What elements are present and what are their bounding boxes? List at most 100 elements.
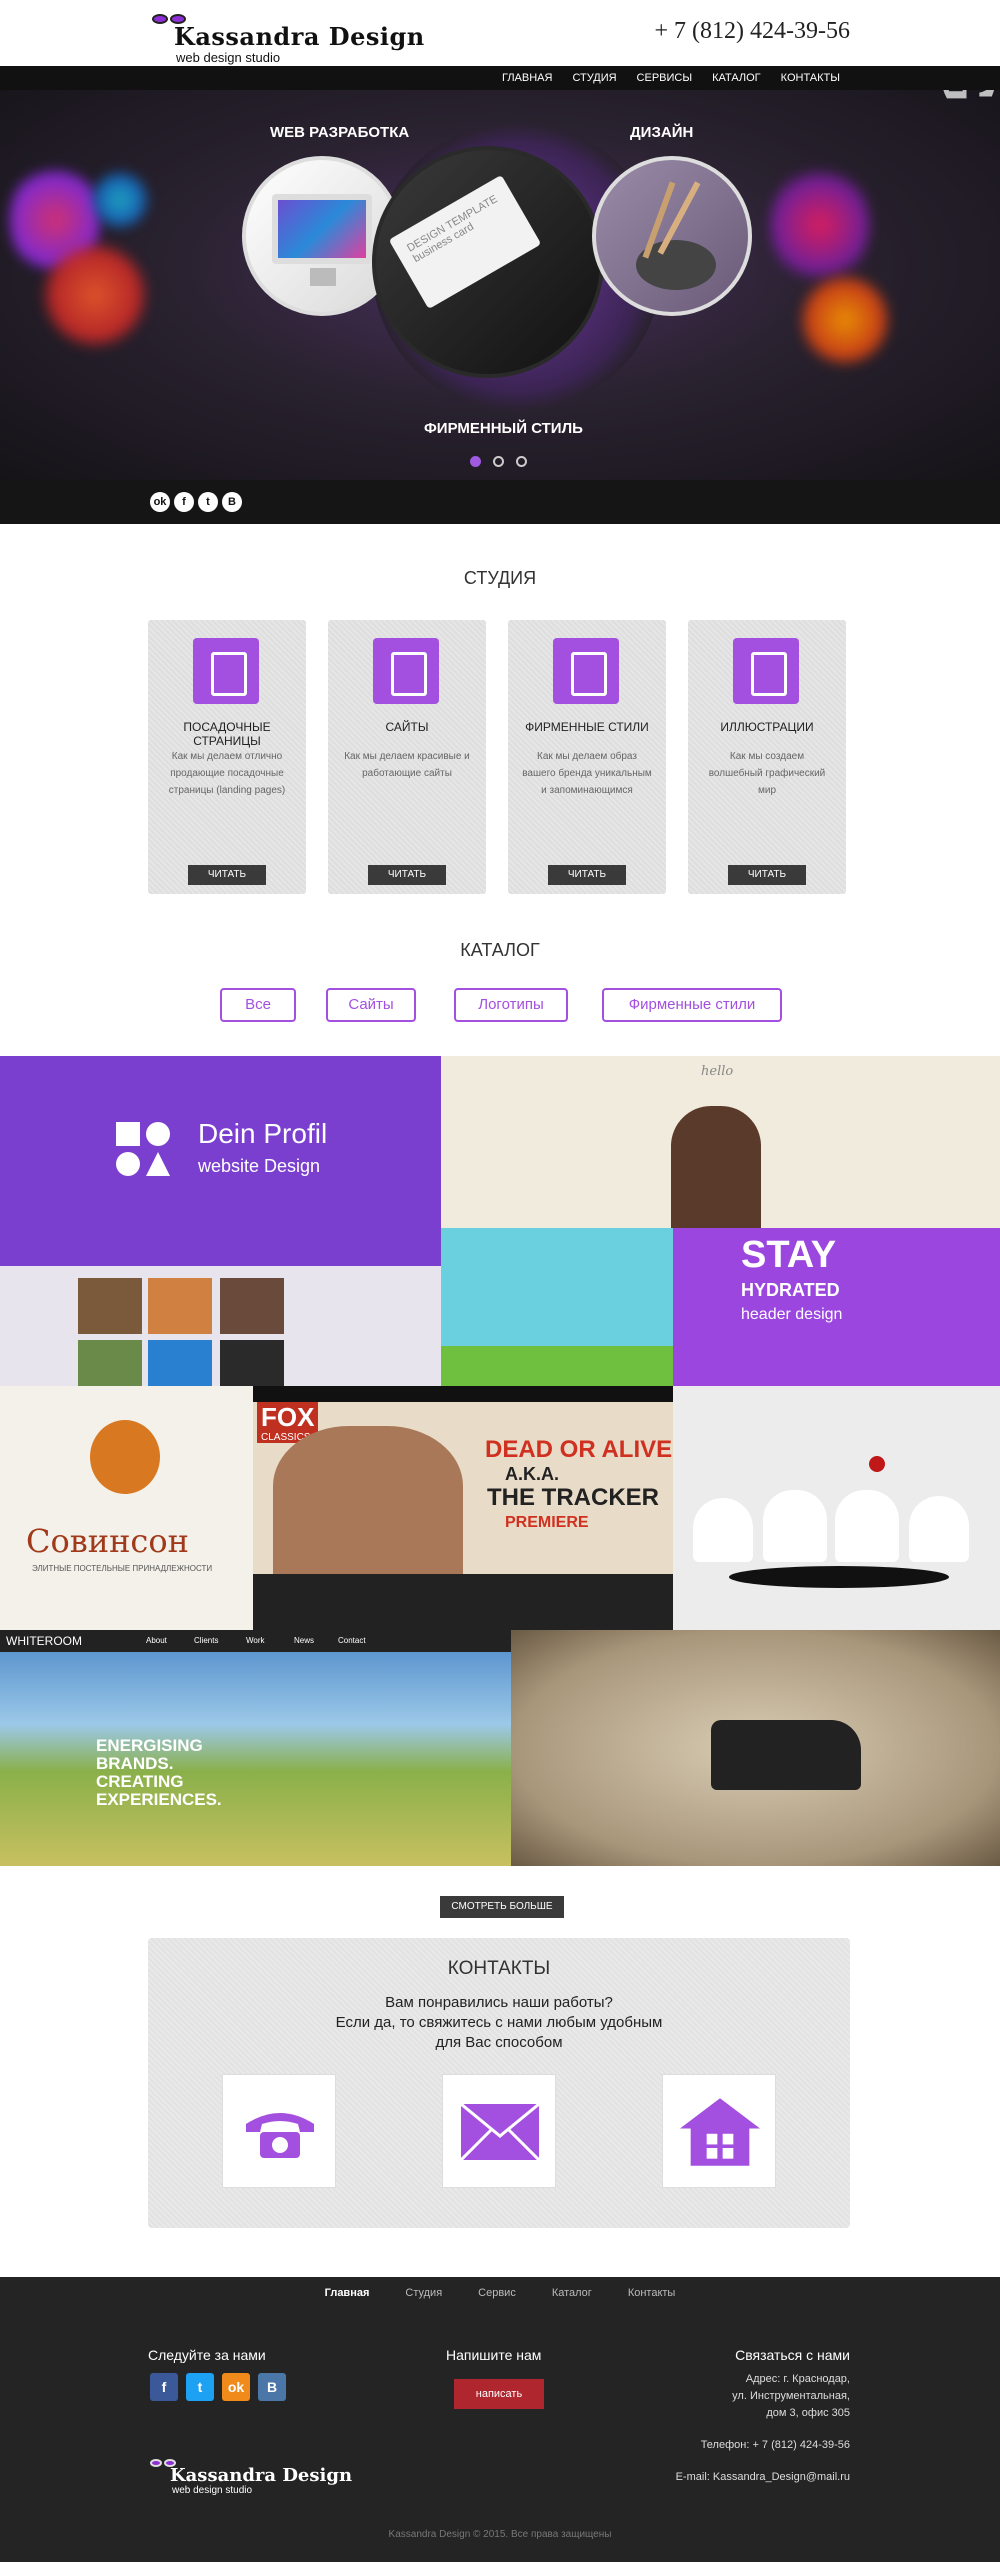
mail-icon xyxy=(460,2092,540,2172)
wr-nav-contact: Contact xyxy=(338,1636,366,1645)
show-more-button[interactable]: СМОТРЕТЬ БОЛЬШЕ xyxy=(440,1896,564,1918)
paint-splash xyxy=(90,170,150,230)
service-title: ФИРМЕННЫЕ СТИЛИ xyxy=(525,720,649,734)
portfolio-tile-sovinson[interactable]: Совинсон ЭЛИТНЫЕ ПОСТЕЛЬНЫЕ ПРИНАДЛЕЖНОС… xyxy=(0,1386,253,1630)
footer-nav-service[interactable]: Сервис xyxy=(478,2287,516,2299)
portfolio-tile-whiteroom[interactable]: WHITEROOM About Clients Work News Contac… xyxy=(0,1630,511,1866)
vkontakte-icon[interactable]: B xyxy=(222,492,242,512)
footer-nav-home[interactable]: Главная xyxy=(325,2287,370,2299)
phone-icon xyxy=(240,2092,320,2172)
shape-icon xyxy=(116,1122,140,1146)
twitter-icon[interactable]: t xyxy=(198,492,218,512)
hello-text: hello xyxy=(701,1064,734,1079)
follow-heading: Следуйте за нами xyxy=(148,2347,266,2363)
service-card-sites: САЙТЫ Как мы делаем красивые и работающи… xyxy=(328,620,486,894)
service-desc: Как мы делаем образ вашего бренда уникал… xyxy=(522,751,652,796)
read-button[interactable]: ЧИТАТЬ xyxy=(548,865,626,885)
footer-nav-catalog[interactable]: Каталог xyxy=(552,2287,592,2299)
footer-nav-contacts[interactable]: Контакты xyxy=(628,2287,676,2299)
logo[interactable]: Kassandra Design web design studio xyxy=(148,8,438,65)
read-button[interactable]: ЧИТАТЬ xyxy=(368,865,446,885)
service-title: ПОСАДОЧНЫЕ СТРАНИЦЫ xyxy=(183,720,271,748)
house-icon xyxy=(680,2092,760,2172)
filter-brand-styles[interactable]: Фирменные стили xyxy=(602,988,782,1022)
twitter-icon[interactable]: t xyxy=(186,2373,214,2401)
write-button[interactable]: написать xyxy=(454,2379,544,2409)
shape-icon xyxy=(146,1122,170,1146)
address-line-1: Адрес: г. Краснодар, xyxy=(745,2373,850,2385)
portfolio-tile-stay-hydrated[interactable]: STAY HYDRATED header design xyxy=(441,1228,1000,1386)
contacts-line-2: Если да, то свяжитесь с нами любым удобн… xyxy=(335,2014,663,2031)
wr-headline-1: ENERGISING xyxy=(96,1736,203,1755)
header-phone[interactable]: + 7 (812) 424-39-56 xyxy=(654,18,850,45)
contact-heading: Связаться с нами xyxy=(735,2347,850,2363)
sovinson-subtitle: ЭЛИТНЫЕ ПОСТЕЛЬНЫЕ ПРИНАДЛЕЖНОСТИ xyxy=(32,1564,213,1573)
contacts-title: КОНТАКТЫ xyxy=(447,1958,551,1979)
sovinson-title: Совинсон xyxy=(26,1522,189,1560)
fox-premiere: PREMIERE xyxy=(505,1514,589,1531)
wr-nav-work: Work xyxy=(246,1636,265,1645)
wr-nav-about: About xyxy=(146,1636,167,1645)
paint-splash xyxy=(800,270,890,370)
read-button[interactable]: ЧИТАТЬ xyxy=(728,865,806,885)
nav-item-contacts[interactable]: КОНТАКТЫ xyxy=(771,66,850,90)
filter-sites[interactable]: Сайты xyxy=(326,988,416,1022)
contacts-line-1: Вам понравились наши работы? xyxy=(385,1994,613,2011)
slider-dots xyxy=(470,456,527,467)
read-button[interactable]: ЧИТАТЬ xyxy=(188,865,266,885)
nav-item-services[interactable]: СЕРВИСЫ xyxy=(627,66,703,90)
top-nav: ГЛАВНАЯ СТУДИЯ СЕРВИСЫ КАТАЛОГ КОНТАКТЫ xyxy=(0,66,1000,90)
footer-logo-sub: web design studio xyxy=(172,2485,253,2496)
service-card-illustrations: ИЛЛЮСТРАЦИИ Как мы создаем волшебный гра… xyxy=(688,620,846,894)
portfolio-tile-hello[interactable]: hello xyxy=(441,1056,1000,1228)
portfolio-tile-train[interactable] xyxy=(511,1630,1000,1866)
facebook-icon[interactable]: f xyxy=(150,2373,178,2401)
train-illustration xyxy=(711,1720,861,1790)
footer-phone[interactable]: Телефон: + 7 (812) 424-39-56 xyxy=(701,2437,850,2454)
nav-item-catalog[interactable]: КАТАЛОГ xyxy=(702,66,771,90)
slider-dot[interactable] xyxy=(493,456,504,467)
phone-contact-box[interactable] xyxy=(222,2074,336,2188)
slider-dot[interactable] xyxy=(516,456,527,467)
portfolio-tile-fox[interactable]: FOX CLASSICS DEAD OR ALIVE A.K.A. THE TR… xyxy=(253,1386,673,1630)
footer-logo-name: Kassandra Design xyxy=(170,2465,353,2486)
hero-label-design: ДИЗАЙН xyxy=(630,124,694,141)
stay-subtitle: HYDRATED xyxy=(741,1280,840,1300)
paint-splash xyxy=(40,240,150,350)
filter-all[interactable]: Все xyxy=(220,988,296,1022)
wr-headline-3: CREATING xyxy=(96,1772,184,1791)
service-title: САЙТЫ xyxy=(385,720,429,734)
whiteroom-logo: WHITEROOM xyxy=(6,1634,82,1648)
nav-item-studio[interactable]: СТУДИЯ xyxy=(562,66,626,90)
facebook-icon[interactable]: f xyxy=(174,492,194,512)
footer-logo[interactable]: Kassandra Design web design studio xyxy=(148,2455,368,2499)
portfolio-tile-cupcakes[interactable] xyxy=(673,1386,1000,1630)
vertical-brand-text: KASSANDR DESIG xyxy=(926,90,1000,110)
portfolio-tile-dein-profil[interactable]: Dein Profil website Design xyxy=(0,1056,441,1386)
service-card-landing: ПОСАДОЧНЫЕ СТРАНИЦЫ Как мы делаем отличн… xyxy=(148,620,306,894)
service-desc: Как мы создаем волшебный графический мир xyxy=(708,751,826,796)
fox-tracker: THE TRACKER xyxy=(487,1484,659,1511)
address-contact-box[interactable] xyxy=(662,2074,776,2188)
mail-contact-box[interactable] xyxy=(442,2074,556,2188)
service-title: ИЛЛЮСТРАЦИИ xyxy=(720,720,814,734)
owl-logo xyxy=(90,1420,160,1494)
hero-label-brand: ФИРМЕННЫЙ СТИЛЬ xyxy=(424,420,583,437)
wr-headline-4: EXPERIENCES. xyxy=(96,1790,222,1809)
filter-logos[interactable]: Логотипы xyxy=(454,988,568,1022)
nav-item-home[interactable]: ГЛАВНАЯ xyxy=(492,66,562,90)
fox-brand: FOX xyxy=(257,1402,319,1433)
disc-brand-icon xyxy=(553,638,619,704)
slider-dot[interactable] xyxy=(470,456,481,467)
site-footer: Главная Студия Сервис Каталог Контакты С… xyxy=(0,2277,1000,2562)
vkontakte-icon[interactable]: B xyxy=(258,2373,286,2401)
footer-email[interactable]: E-mail: Kassandra_Design@mail.ru xyxy=(676,2469,850,2486)
footer-nav-studio[interactable]: Студия xyxy=(405,2287,442,2299)
odnoklassniki-icon[interactable]: ok xyxy=(150,492,170,512)
logo-subtitle: web design studio xyxy=(176,50,281,65)
catalog-title: КАТАЛОГ xyxy=(460,940,540,960)
odnoklassniki-icon[interactable]: ok xyxy=(222,2373,250,2401)
service-desc: Как мы делаем красивые и работающие сайт… xyxy=(344,751,470,779)
wr-headline-2: BRANDS. xyxy=(96,1754,174,1773)
dein-profil-sub: website Design xyxy=(198,1156,321,1176)
